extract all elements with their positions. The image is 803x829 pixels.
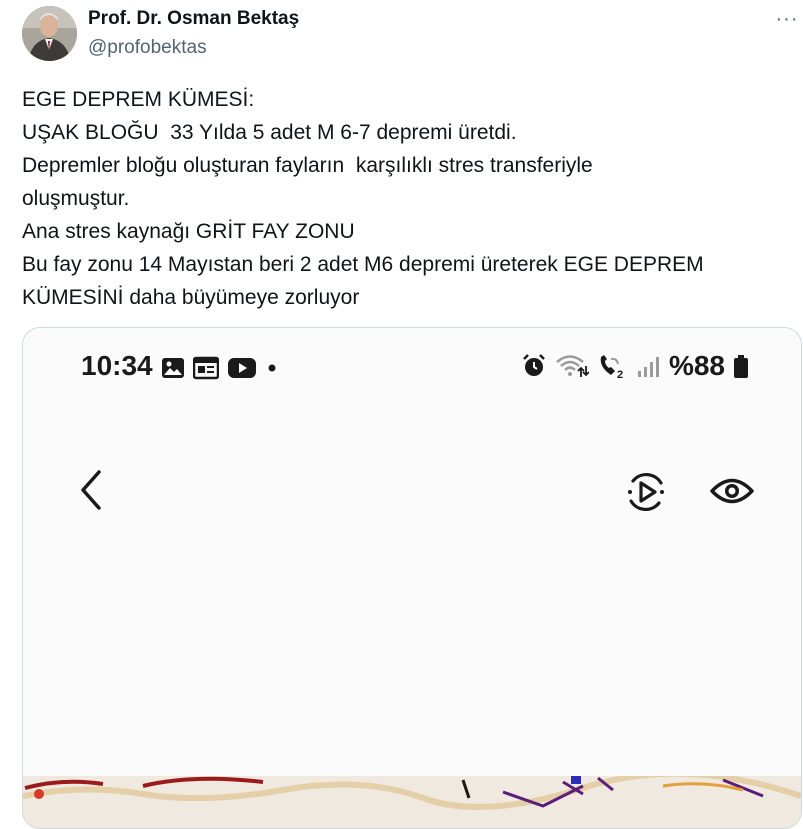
news-icon — [193, 356, 219, 380]
tweet-line: Depremler bloğu oluşturan fayların karşı… — [22, 154, 593, 177]
wifi-icon — [556, 355, 589, 377]
gallery-icon — [162, 358, 184, 378]
eye-icon — [710, 478, 754, 504]
author-avatar[interactable] — [22, 6, 77, 61]
tweet-line: oluşmuştur. — [22, 187, 130, 210]
svg-text:2: 2 — [617, 369, 623, 379]
tweet-media[interactable]: 10:34 2 %88 — [22, 327, 802, 829]
dot-icon — [268, 364, 276, 372]
author-handle[interactable]: @profobektas — [88, 37, 207, 59]
call-icon: 2 — [600, 355, 623, 379]
youtube-icon — [228, 358, 256, 378]
tweet-line: UŞAK BLOĞU 33 Yılda 5 adet M 6-7 depremi… — [22, 121, 517, 144]
author-name[interactable]: Prof. Dr. Osman Bektaş — [88, 8, 299, 30]
view-button[interactable] — [709, 474, 755, 513]
tweet-line: KÜMESİNİ daha büyümeye zorluyor — [22, 286, 360, 309]
more-options-icon: ··· — [775, 7, 799, 30]
back-icon — [81, 470, 101, 510]
fault-map-image — [23, 776, 801, 828]
avatar-photo — [22, 6, 77, 61]
tweet-line: EGE DEPREM KÜMESİ: — [22, 88, 255, 111]
motion-photo-button[interactable] — [625, 471, 667, 518]
signal-icon — [637, 357, 659, 377]
more-options-button[interactable]: ··· — [772, 4, 802, 34]
tweet-line: Bu fay zonu 14 Mayıstan beri 2 adet M6 d… — [22, 253, 704, 276]
status-right-icons: 2 %88 — [521, 350, 749, 382]
back-button[interactable] — [75, 468, 105, 517]
battery-icon — [734, 355, 748, 378]
status-time: 10:34 — [81, 350, 153, 381]
tweet-line: Ana stres kaynağı GRİT FAY ZONU — [22, 220, 355, 243]
motion-play-icon — [628, 473, 664, 511]
alarm-icon — [523, 354, 545, 376]
tweet-text: EGE DEPREM KÜMESİ: UŞAK BLOĞU 33 Yılda 5… — [22, 83, 792, 314]
battery-level: %88 — [668, 350, 725, 381]
status-left-icons — [161, 356, 279, 380]
